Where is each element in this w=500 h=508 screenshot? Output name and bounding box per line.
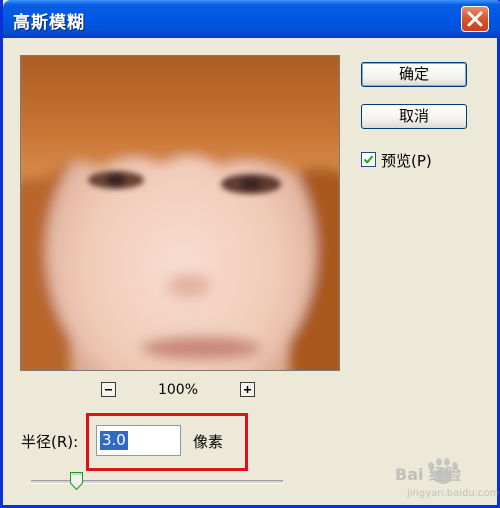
baidu-jingyan-watermark: Bai 经验 jingyan.baidu.com <box>395 458 499 499</box>
zoom-in-button[interactable] <box>240 382 255 397</box>
gaussian-blur-dialog: 高斯模糊 100% 确定 取消 预览(P) 半径(R): 3.0 3.0 像素 … <box>0 0 500 508</box>
radius-unit-label: 像素 <box>193 433 224 451</box>
zoom-level: 100% <box>157 382 199 398</box>
close-button[interactable] <box>461 6 489 32</box>
title-bar[interactable]: 高斯模糊 <box>3 0 500 38</box>
preview-checkbox[interactable] <box>361 152 376 167</box>
checkmark-icon <box>363 155 374 164</box>
watermark-url: jingyan.baidu.com <box>406 488 499 499</box>
dialog-title: 高斯模糊 <box>13 13 85 33</box>
close-icon <box>467 11 483 27</box>
blurred-face-preview <box>21 56 339 370</box>
radius-label: 半径(R): <box>21 433 79 451</box>
preview-image[interactable] <box>20 55 340 371</box>
minus-icon <box>105 389 112 391</box>
zoom-out-button[interactable] <box>101 382 116 397</box>
radius-slider-thumb[interactable] <box>69 472 83 490</box>
plus-icon <box>244 386 251 393</box>
radius-input[interactable] <box>96 425 181 456</box>
watermark-brand: Bai 经验 <box>395 465 462 484</box>
preview-checkbox-label[interactable]: 预览(P) <box>381 150 432 171</box>
ok-button[interactable]: 确定 <box>361 62 467 87</box>
cancel-button[interactable]: 取消 <box>361 104 467 129</box>
radius-slider-track[interactable] <box>31 480 283 484</box>
